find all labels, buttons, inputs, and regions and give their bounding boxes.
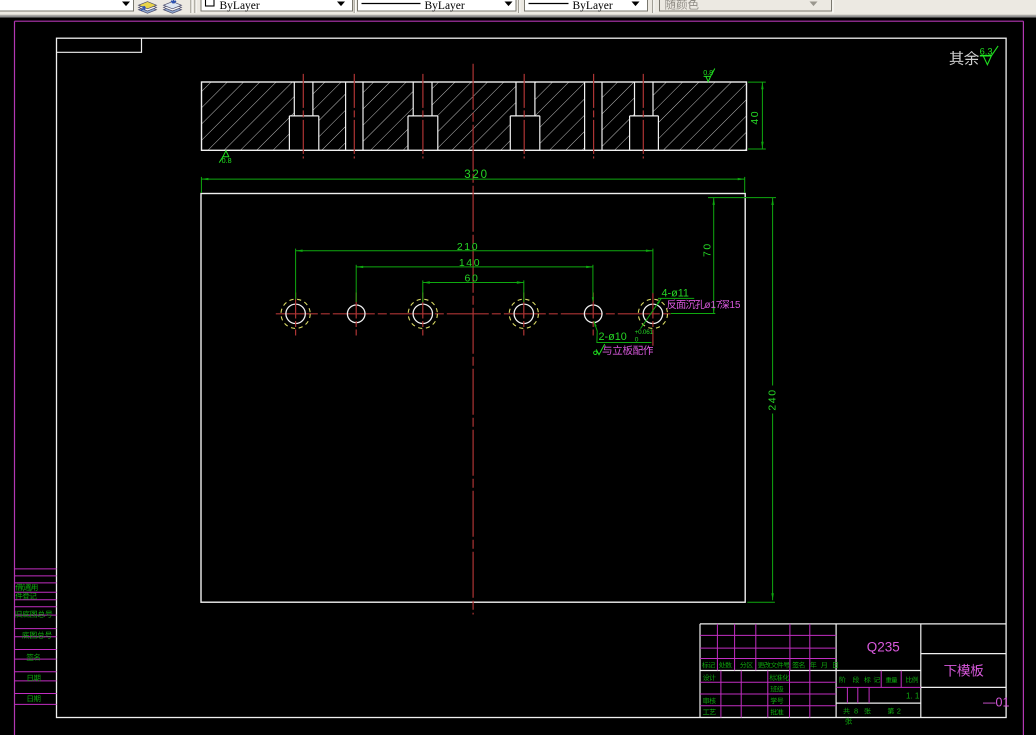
svg-text:0: 0 — [635, 337, 639, 344]
svg-text:ByLayer: ByLayer — [220, 0, 260, 12]
svg-text:4-ø11: 4-ø11 — [662, 287, 689, 299]
svg-text:2: 2 — [897, 707, 901, 716]
svg-text:240: 240 — [767, 388, 779, 410]
svg-text:+0.061: +0.061 — [635, 329, 654, 336]
svg-text:140: 140 — [459, 257, 481, 269]
svg-text:8: 8 — [854, 707, 858, 716]
svg-text:ø17: ø17 — [705, 300, 722, 311]
svg-text:320: 320 — [464, 169, 489, 181]
svg-text:6.3: 6.3 — [980, 46, 993, 56]
svg-text:0.8: 0.8 — [703, 68, 713, 77]
svg-text:70: 70 — [701, 242, 713, 257]
svg-text:15: 15 — [730, 300, 741, 311]
svg-text:2-ø10: 2-ø10 — [599, 331, 627, 343]
svg-text:60: 60 — [465, 273, 480, 285]
svg-text:40: 40 — [749, 110, 761, 125]
svg-text:ByLayer: ByLayer — [573, 0, 613, 12]
svg-text:0.8: 0.8 — [222, 156, 232, 165]
svg-text:1. 1: 1. 1 — [906, 692, 920, 701]
svg-text:Q235: Q235 — [867, 639, 900, 654]
svg-text:ByLayer: ByLayer — [425, 0, 465, 12]
svg-text:—01: —01 — [983, 695, 1009, 709]
svg-text:210: 210 — [457, 241, 479, 253]
